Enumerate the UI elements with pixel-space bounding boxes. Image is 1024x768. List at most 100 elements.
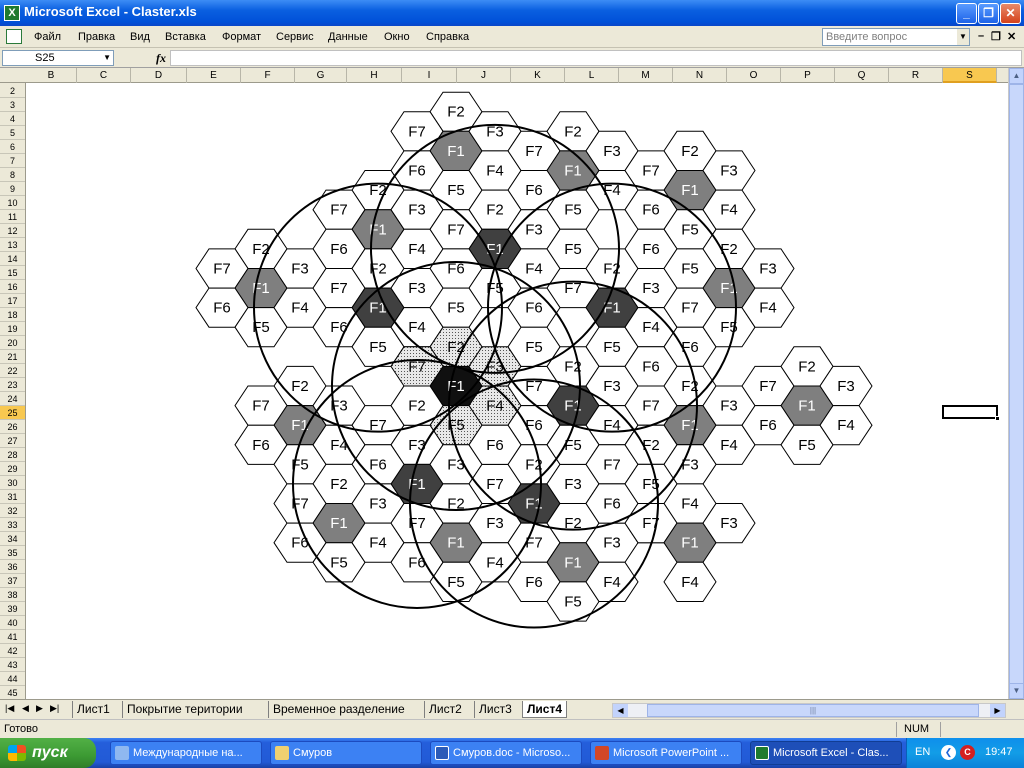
vertical-scroll-thumb[interactable]: [1009, 84, 1024, 684]
row-header-12[interactable]: 12: [0, 224, 25, 238]
row-header-16[interactable]: 16: [0, 280, 25, 294]
menu-view[interactable]: Вид: [130, 31, 150, 43]
task-word[interactable]: Смуров.doc - Microso...: [430, 741, 582, 765]
column-header-e[interactable]: E: [187, 68, 241, 83]
selected-cell[interactable]: [942, 405, 1000, 421]
column-header-m[interactable]: M: [619, 68, 673, 83]
workbook-close-icon[interactable]: ✕: [1007, 30, 1016, 43]
row-header-4[interactable]: 4: [0, 112, 25, 126]
row-header-17[interactable]: 17: [0, 294, 25, 308]
column-header-l[interactable]: L: [565, 68, 619, 83]
column-header-j[interactable]: J: [457, 68, 511, 83]
row-header-24[interactable]: 24: [0, 392, 25, 406]
column-header-i[interactable]: I: [402, 68, 457, 83]
row-header-20[interactable]: 20: [0, 336, 25, 350]
row-header-3[interactable]: 3: [0, 98, 25, 112]
menu-file[interactable]: Файл: [34, 31, 61, 43]
scroll-left-icon[interactable]: ◀: [613, 704, 628, 717]
row-header-9[interactable]: 9: [0, 182, 25, 196]
first-sheet-icon[interactable]: |◀: [5, 703, 14, 714]
row-header-42[interactable]: 42: [0, 644, 25, 658]
worksheet-grid[interactable]: F2 F7 F1 F3 F6 F5 F4 F7 F2 F1 F3 F6 F5 F4 F7 F2 F1 F3 F6 F5…: [26, 83, 1010, 699]
row-header-43[interactable]: 43: [0, 658, 25, 672]
chevron-down-icon[interactable]: ▼: [103, 51, 111, 65]
prev-sheet-icon[interactable]: ◀: [22, 703, 29, 714]
column-header-b[interactable]: B: [26, 68, 77, 83]
restore-button[interactable]: ❐: [978, 3, 999, 24]
column-header-o[interactable]: O: [727, 68, 781, 83]
row-header-29[interactable]: 29: [0, 462, 25, 476]
row-header-30[interactable]: 30: [0, 476, 25, 490]
row-header-18[interactable]: 18: [0, 308, 25, 322]
scroll-up-icon[interactable]: ▲: [1009, 68, 1024, 84]
row-header-31[interactable]: 31: [0, 490, 25, 504]
row-header-40[interactable]: 40: [0, 616, 25, 630]
row-header-10[interactable]: 10: [0, 196, 25, 210]
row-header-5[interactable]: 5: [0, 126, 25, 140]
start-button[interactable]: пуск: [0, 738, 96, 768]
chevron-down-icon[interactable]: ▼: [957, 29, 969, 45]
row-header-36[interactable]: 36: [0, 560, 25, 574]
scroll-down-icon[interactable]: ▼: [1009, 683, 1024, 699]
antivirus-icon[interactable]: C: [960, 745, 975, 760]
row-header-6[interactable]: 6: [0, 140, 25, 154]
formula-input[interactable]: [170, 50, 1022, 66]
row-header-7[interactable]: 7: [0, 154, 25, 168]
row-header-28[interactable]: 28: [0, 448, 25, 462]
menu-edit[interactable]: Правка: [78, 31, 115, 43]
tab-sheet1[interactable]: Лист1: [72, 701, 114, 718]
menu-tools[interactable]: Сервис: [276, 31, 314, 43]
row-header-14[interactable]: 14: [0, 252, 25, 266]
column-header-s[interactable]: S: [943, 68, 997, 83]
row-header-13[interactable]: 13: [0, 238, 25, 252]
row-header-32[interactable]: 32: [0, 504, 25, 518]
row-header-44[interactable]: 44: [0, 672, 25, 686]
row-header-2[interactable]: 2: [0, 84, 25, 98]
menu-window[interactable]: Окно: [384, 31, 410, 43]
ask-question-input[interactable]: Введите вопрос ▼: [822, 28, 970, 46]
vertical-scrollbar[interactable]: ▲ ▼: [1008, 68, 1024, 699]
next-sheet-icon[interactable]: ▶: [36, 703, 43, 714]
column-header-d[interactable]: D: [131, 68, 187, 83]
horizontal-scroll-thumb[interactable]: |||: [647, 704, 979, 717]
row-header-33[interactable]: 33: [0, 518, 25, 532]
workbook-minimize-icon[interactable]: –: [978, 30, 984, 42]
column-header-k[interactable]: K: [511, 68, 565, 83]
row-header-11[interactable]: 11: [0, 210, 25, 224]
row-header-19[interactable]: 19: [0, 322, 25, 336]
column-header-n[interactable]: N: [673, 68, 727, 83]
menu-insert[interactable]: Вставка: [165, 31, 206, 43]
workbook-restore-icon[interactable]: ❐: [991, 30, 1001, 43]
fill-handle[interactable]: [995, 416, 1000, 421]
menu-format[interactable]: Формат: [222, 31, 261, 43]
tab-coverage[interactable]: Покрытие територии: [122, 701, 247, 718]
row-header-26[interactable]: 26: [0, 420, 25, 434]
row-header-15[interactable]: 15: [0, 266, 25, 280]
menu-data[interactable]: Данные: [328, 31, 368, 43]
column-header-p[interactable]: P: [781, 68, 835, 83]
column-header-g[interactable]: G: [295, 68, 347, 83]
close-button[interactable]: ✕: [1000, 3, 1021, 24]
row-header-23[interactable]: 23: [0, 378, 25, 392]
last-sheet-icon[interactable]: ▶|: [50, 703, 59, 714]
fx-icon[interactable]: fx: [156, 51, 166, 66]
scroll-right-icon[interactable]: ▶: [990, 704, 1005, 717]
row-header-22[interactable]: 22: [0, 364, 25, 378]
row-header-45[interactable]: 45: [0, 686, 25, 700]
name-box[interactable]: S25 ▼: [2, 50, 114, 66]
row-header-38[interactable]: 38: [0, 588, 25, 602]
back-arrow-icon[interactable]: ❮: [941, 745, 956, 760]
row-header-27[interactable]: 27: [0, 434, 25, 448]
menu-help[interactable]: Справка: [426, 31, 469, 43]
tab-sheet3[interactable]: Лист3: [474, 701, 516, 718]
row-header-37[interactable]: 37: [0, 574, 25, 588]
row-header-8[interactable]: 8: [0, 168, 25, 182]
tab-sheet2[interactable]: Лист2: [424, 701, 466, 718]
tab-time-division[interactable]: Временное разделение: [268, 701, 409, 718]
column-header-r[interactable]: R: [889, 68, 943, 83]
column-header-f[interactable]: F: [241, 68, 295, 83]
task-excel[interactable]: Microsoft Excel - Clas...: [750, 741, 902, 765]
row-header-34[interactable]: 34: [0, 532, 25, 546]
task-browser[interactable]: Международные на...: [110, 741, 262, 765]
tab-sheet4[interactable]: Лист4: [522, 701, 568, 718]
